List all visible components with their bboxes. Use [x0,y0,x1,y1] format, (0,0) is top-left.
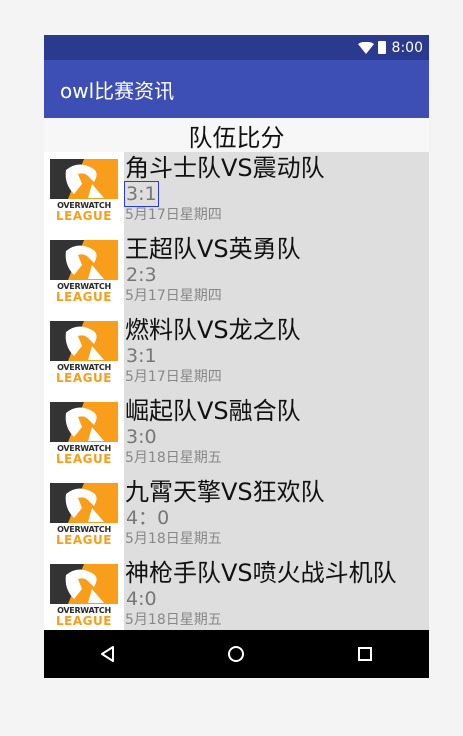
match-teams: 王超队VS英勇队 [125,235,301,263]
overwatch-league-logo: OVERWATCH LEAGUE [47,401,121,467]
match-row[interactable]: OVERWATCH LEAGUE 九霄天擎VS狂欢队 4：0 5月18日星期五 [44,476,429,557]
match-date: 5月17日星期四 [125,207,222,223]
back-triangle-icon [101,646,115,662]
match-info: 燃料队VS龙之队 3:1 5月17日星期四 [124,314,429,395]
logo-cell: OVERWATCH LEAGUE [44,314,124,395]
logo-bottom-text: LEAGUE [56,290,112,304]
logo-bottom-text: LEAGUE [56,371,112,385]
logo-cell: OVERWATCH LEAGUE [44,476,124,557]
logo-bottom-text: LEAGUE [56,452,112,466]
overwatch-league-logo: OVERWATCH LEAGUE [47,563,121,629]
recents-square-icon [357,647,372,661]
match-date: 5月18日星期五 [125,531,222,547]
phone-screen: 8:00 owl比赛资讯 队伍比分 OVERWATCH LEAGUE 角斗士队V… [44,35,429,678]
status-bar: 8:00 [44,35,429,60]
overwatch-league-logo: OVERWATCH LEAGUE [47,239,121,305]
match-teams: 角斗士队VS震动队 [125,154,325,182]
match-score: 3:1 [126,345,157,367]
logo-cell: OVERWATCH LEAGUE [44,152,124,233]
wifi-icon [357,41,374,54]
match-score: 4:0 [126,588,157,610]
app-bar: owl比赛资讯 [44,60,429,118]
home-button[interactable] [216,634,256,674]
match-row[interactable]: OVERWATCH LEAGUE 神枪手队VS喷火战斗机队 4:0 5月18日星… [44,557,429,630]
overwatch-logo-icon [50,483,118,523]
overwatch-league-logo: OVERWATCH LEAGUE [47,482,121,548]
match-teams: 燃料队VS龙之队 [125,316,301,344]
match-list[interactable]: OVERWATCH LEAGUE 角斗士队VS震动队 3:1 5月17日星期四 [44,152,429,630]
logo-bottom-text: LEAGUE [56,614,112,628]
match-info: 崛起队VS融合队 3:0 5月18日星期五 [124,395,429,476]
logo-cell: OVERWATCH LEAGUE [44,557,124,630]
home-circle-icon [228,646,245,662]
logo-bottom-text: LEAGUE [56,209,112,223]
match-teams: 神枪手队VS喷火战斗机队 [125,559,397,587]
overwatch-logo-icon [50,159,118,199]
recents-button[interactable] [345,634,385,674]
section-title: 队伍比分 [188,123,285,152]
match-row[interactable]: OVERWATCH LEAGUE 崛起队VS融合队 3:0 5月18日星期五 [44,395,429,476]
overwatch-logo-icon [50,402,118,442]
match-date: 5月18日星期五 [125,450,222,466]
overwatch-logo-icon [50,564,118,604]
match-date: 5月17日星期四 [125,288,222,304]
match-row[interactable]: OVERWATCH LEAGUE 燃料队VS龙之队 3:1 5月17日星期四 [44,314,429,395]
overwatch-league-logo: OVERWATCH LEAGUE [47,320,121,386]
section-header: 队伍比分 [44,118,429,152]
overwatch-logo-icon [50,321,118,361]
battery-icon [377,41,386,54]
overwatch-league-logo: OVERWATCH LEAGUE [47,158,121,224]
match-info: 王超队VS英勇队 2:3 5月17日星期四 [124,233,429,314]
logo-bottom-text: LEAGUE [56,533,112,547]
logo-cell: OVERWATCH LEAGUE [44,233,124,314]
match-score: 3:0 [126,426,157,448]
match-date: 5月17日星期四 [125,369,222,385]
app-title: owl比赛资讯 [60,78,175,103]
match-info: 九霄天擎VS狂欢队 4：0 5月18日星期五 [124,476,429,557]
logo-cell: OVERWATCH LEAGUE [44,395,124,476]
navigation-bar [44,630,429,678]
match-score: 4：0 [126,507,170,529]
match-row[interactable]: OVERWATCH LEAGUE 角斗士队VS震动队 3:1 5月17日星期四 [44,152,429,233]
match-info: 神枪手队VS喷火战斗机队 4:0 5月18日星期五 [124,557,429,630]
match-score: 2:3 [126,264,157,286]
match-date: 5月18日星期五 [125,612,222,628]
match-row[interactable]: OVERWATCH LEAGUE 王超队VS英勇队 2:3 5月17日星期四 [44,233,429,314]
overwatch-logo-icon [50,240,118,280]
match-teams: 崛起队VS融合队 [125,397,301,425]
match-teams: 九霄天擎VS狂欢队 [125,478,325,506]
back-button[interactable] [88,634,128,674]
match-score: 3:1 [124,181,159,207]
match-info: 角斗士队VS震动队 3:1 5月17日星期四 [124,152,429,233]
status-time: 8:00 [391,39,423,56]
